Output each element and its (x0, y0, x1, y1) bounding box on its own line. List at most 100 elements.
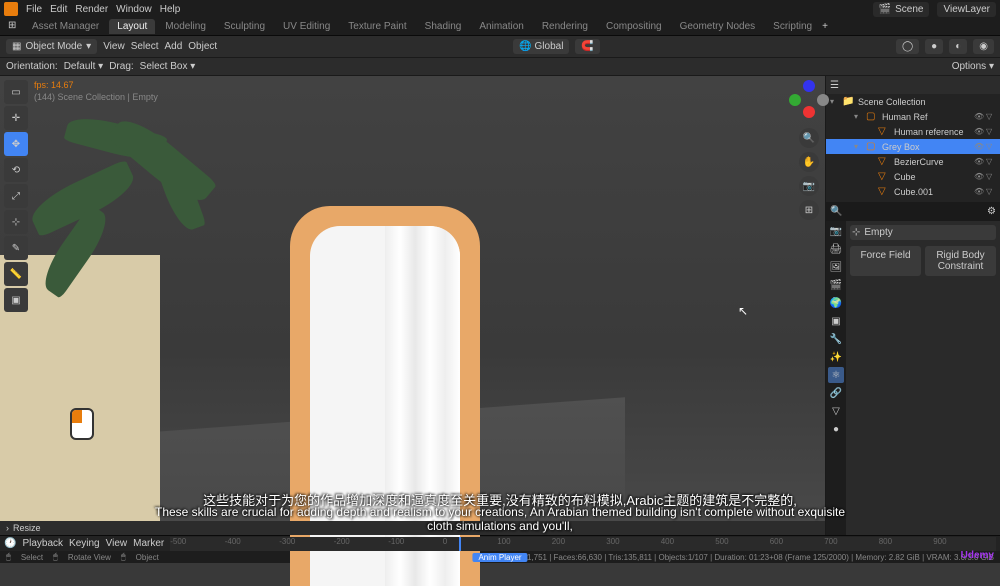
snap-toggle[interactable]: 🧲 (575, 39, 599, 54)
menu-object[interactable]: Object (188, 41, 217, 52)
menu-select[interactable]: Select (131, 41, 159, 52)
tab-texture-paint[interactable]: Texture Paint (340, 19, 414, 34)
menu-file[interactable]: File (26, 4, 42, 15)
outliner-row[interactable]: ▽BezierCurve👁▽ (826, 154, 1000, 169)
tool-measure[interactable]: 📏 (4, 262, 28, 286)
tab-layout[interactable]: Layout (109, 19, 155, 34)
shading-rendered[interactable]: ◉ (973, 39, 994, 54)
prop-tab-material[interactable]: ● (828, 421, 844, 437)
eye-icon[interactable]: 👁 (974, 172, 984, 182)
disclosure-icon[interactable]: ▾ (830, 97, 838, 106)
render-icon[interactable]: ▽ (986, 172, 996, 182)
props-object-header[interactable]: ⊹ Empty (850, 225, 996, 240)
rigid-body-button[interactable]: Rigid Body Constraint (925, 246, 996, 276)
tool-annotate[interactable]: ✎ (4, 236, 28, 260)
axis-x[interactable] (803, 106, 815, 118)
prop-tab-scene[interactable]: 🎬 (828, 277, 844, 293)
tab-uv[interactable]: UV Editing (275, 19, 338, 34)
tool-select-box[interactable]: ▭ (4, 80, 28, 104)
tab-geonodes[interactable]: Geometry Nodes (672, 19, 764, 34)
eye-icon[interactable]: 👁 (974, 157, 984, 167)
menu-window[interactable]: Window (116, 4, 152, 15)
prop-tab-viewlayer[interactable]: 🖼 (828, 259, 844, 275)
scene-selector[interactable]: 🎬 Scene (873, 2, 930, 17)
search-input[interactable] (842, 206, 987, 216)
pan-icon[interactable]: ✋ (799, 152, 819, 172)
tab-compositing[interactable]: Compositing (598, 19, 670, 34)
menu-edit[interactable]: Edit (50, 4, 67, 15)
menu-help[interactable]: Help (160, 4, 181, 15)
outliner-row[interactable]: ▽Cube.001👁▽ (826, 184, 1000, 199)
nav-gizmo[interactable] (789, 80, 829, 120)
drag-dropdown[interactable]: Select Box ▾ (140, 61, 196, 72)
viewlayer-selector[interactable]: ViewLayer (937, 2, 996, 17)
camera-icon[interactable]: 📷 (799, 176, 819, 196)
tab-shading[interactable]: Shading (417, 19, 470, 34)
tab-scripting[interactable]: Scripting (765, 19, 820, 34)
axis-z[interactable] (803, 80, 815, 92)
timeline-ruler[interactable]: -500-400-300-200-10001002003004005006007… (170, 537, 996, 551)
tool-transform[interactable]: ⊹ (4, 210, 28, 234)
eye-icon[interactable]: 👁 (974, 112, 984, 122)
force-field-button[interactable]: Force Field (850, 246, 921, 276)
timeline-marker[interactable]: Marker (133, 538, 164, 549)
chevron-right-icon[interactable]: › (6, 523, 9, 533)
tab-sculpting[interactable]: Sculpting (216, 19, 273, 34)
shading-solid[interactable]: ● (925, 39, 943, 54)
editor-type-icon[interactable]: ⊞ (8, 20, 22, 34)
prop-tab-physics[interactable]: ⚛ (828, 367, 844, 383)
shading-matprev[interactable]: ◐ (949, 39, 967, 54)
render-icon[interactable]: ▽ (986, 112, 996, 122)
prop-tab-data[interactable]: ▽ (828, 403, 844, 419)
outliner-root[interactable]: ▾ 📁 Scene Collection (826, 94, 1000, 109)
prop-tab-constraints[interactable]: 🔗 (828, 385, 844, 401)
axis-neg[interactable] (817, 94, 829, 106)
eye-icon[interactable]: 👁 (974, 142, 984, 152)
perspective-icon[interactable]: ⊞ (799, 200, 819, 220)
menu-view[interactable]: View (103, 41, 125, 52)
prop-tab-object[interactable]: ▣ (828, 313, 844, 329)
axis-y[interactable] (789, 94, 801, 106)
anim-player-badge[interactable]: Anim Player (472, 553, 527, 562)
filter-icon[interactable]: ⚙ (987, 206, 996, 217)
tab-rendering[interactable]: Rendering (534, 19, 596, 34)
eye-icon[interactable]: 👁 (974, 187, 984, 197)
tab-modeling[interactable]: Modeling (157, 19, 214, 34)
prop-tab-world[interactable]: 🌍 (828, 295, 844, 311)
outliner-row[interactable]: ▾▢Grey Box👁▽ (826, 139, 1000, 154)
eye-icon[interactable]: 👁 (974, 127, 984, 137)
disclosure-icon[interactable]: ▾ (854, 112, 862, 121)
render-icon[interactable]: ▽ (986, 157, 996, 167)
options-dropdown[interactable]: Options ▾ (952, 61, 994, 72)
render-icon[interactable]: ▽ (986, 142, 996, 152)
outliner[interactable]: ▾ 📁 Scene Collection ▾▢Human Ref👁▽▽Human… (826, 94, 1000, 202)
tool-rotate[interactable]: ⟲ (4, 158, 28, 182)
render-icon[interactable]: ▽ (986, 127, 996, 137)
viewport-canvas[interactable] (0, 76, 825, 535)
prop-tab-output[interactable]: 🖨 (828, 241, 844, 257)
prop-tab-modifiers[interactable]: 🔧 (828, 331, 844, 347)
timeline-icon[interactable]: 🕐 (4, 538, 16, 549)
shading-wireframe[interactable]: ◯ (896, 39, 919, 54)
timeline-keying[interactable]: Keying (69, 538, 100, 549)
outliner-icon[interactable]: ☰ (830, 80, 839, 91)
playhead[interactable] (459, 537, 461, 551)
timeline-view[interactable]: View (106, 538, 128, 549)
orientation-dropdown[interactable]: Default ▾ (64, 61, 104, 72)
zoom-icon[interactable]: 🔍 (799, 128, 819, 148)
menu-render[interactable]: Render (75, 4, 108, 15)
orientation-global[interactable]: 🌐 Global (513, 39, 569, 54)
tab-asset-manager[interactable]: Asset Manager (24, 19, 107, 34)
viewport-3d[interactable]: ▭ ✛ ✥ ⟲ ⤢ ⊹ ✎ 📏 ▣ fps: 14.67 (144) Scene… (0, 76, 825, 535)
tool-cursor[interactable]: ✛ (4, 106, 28, 130)
tool-move[interactable]: ✥ (4, 132, 28, 156)
tool-add-cube[interactable]: ▣ (4, 288, 28, 312)
timeline-playback[interactable]: Playback (22, 538, 63, 549)
render-icon[interactable]: ▽ (986, 187, 996, 197)
outliner-row[interactable]: ▽Cube👁▽ (826, 169, 1000, 184)
outliner-row[interactable]: ▾▢Human Ref👁▽ (826, 109, 1000, 124)
menu-add[interactable]: Add (164, 41, 182, 52)
prop-tab-particles[interactable]: ✨ (828, 349, 844, 365)
tool-scale[interactable]: ⤢ (4, 184, 28, 208)
add-workspace-icon[interactable]: + (822, 21, 828, 32)
